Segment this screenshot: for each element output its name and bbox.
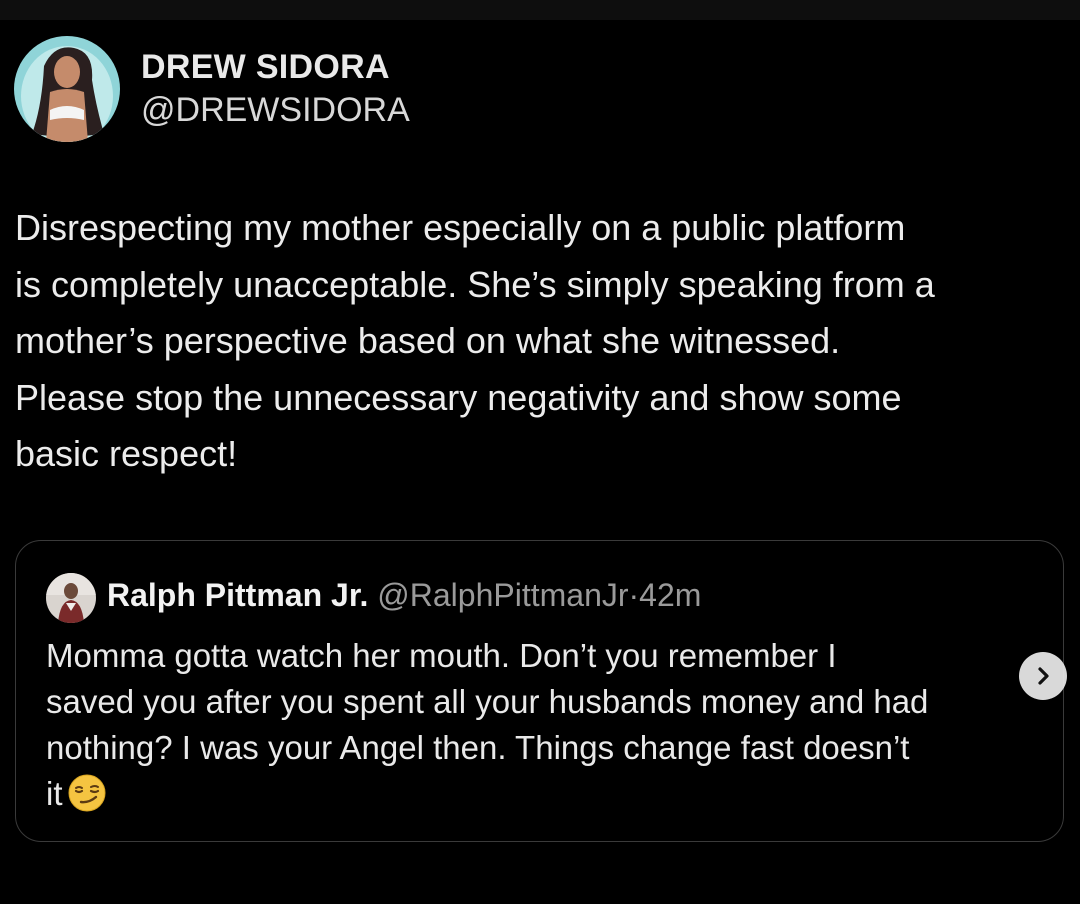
quoted-text-last-word: it <box>46 775 63 812</box>
quoted-post-time[interactable]: 42m <box>639 577 701 613</box>
next-button[interactable] <box>1019 652 1067 700</box>
post-text-line: Disrespecting my mother especially on a … <box>15 207 906 248</box>
top-bar <box>0 0 1080 20</box>
author-handle[interactable]: @DREWSIDORA <box>141 91 410 130</box>
header-separator: · <box>628 577 640 613</box>
author-display-name[interactable]: DREW SIDORA <box>141 48 390 87</box>
post-text: Disrespecting my mother especially on a … <box>15 200 1070 483</box>
quoted-author-name[interactable]: Ralph Pittman Jr. <box>107 577 368 613</box>
quoted-post-card[interactable]: Ralph Pittman Jr. @RalphPittmanJr·42m Mo… <box>15 540 1064 842</box>
post-text-line: Please stop the unnecessary negativity a… <box>15 376 902 418</box>
post-text-line: mother’s perspective based on what she w… <box>15 320 841 361</box>
smirking-face-icon <box>67 773 107 825</box>
quoted-text-line: it <box>46 771 1036 825</box>
quoted-avatar-image <box>46 573 96 623</box>
quoted-text-line: Momma gotta watch her mouth. Don’t you r… <box>46 637 837 674</box>
post-text-line: is completely unacceptable. She’s simply… <box>15 263 935 305</box>
avatar[interactable] <box>14 36 120 142</box>
quoted-text-line: nothing? I was your Angel then. Things c… <box>46 729 910 766</box>
quoted-avatar[interactable] <box>46 573 96 623</box>
post-text-line: basic respect! <box>15 433 238 474</box>
quoted-post-text: Momma gotta watch her mouth. Don’t you r… <box>46 633 1036 825</box>
avatar-image <box>14 36 120 142</box>
quoted-text-line: saved you after you spent all your husba… <box>46 683 929 720</box>
quoted-author-handle[interactable]: @RalphPittmanJr <box>377 577 628 613</box>
quoted-post-header: Ralph Pittman Jr. @RalphPittmanJr·42m <box>107 575 701 615</box>
chevron-right-icon <box>1038 667 1049 685</box>
